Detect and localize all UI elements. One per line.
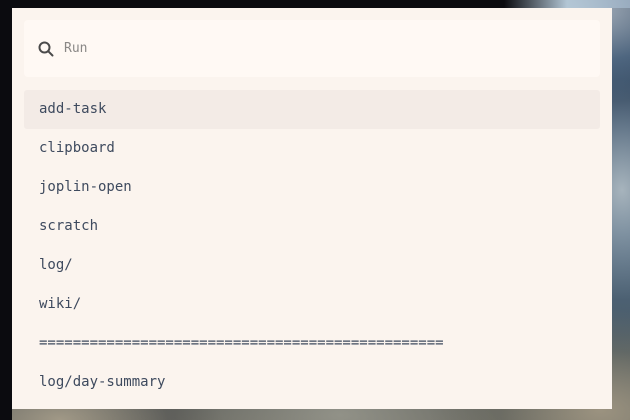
list-item[interactable]: joplin-open [24,168,600,207]
run-launcher: add-task clipboard joplin-open scratch l… [12,8,612,409]
list-item-separator[interactable]: ========================================… [24,324,600,363]
list-item[interactable]: scratch [24,207,600,246]
list-item[interactable]: wiki/ [24,285,600,324]
list-item[interactable]: add-task [24,90,600,129]
list-item[interactable]: log/ [24,246,600,285]
result-list: add-task clipboard joplin-open scratch l… [24,90,600,402]
list-item[interactable]: log/day-summary [24,363,600,402]
search-icon [38,41,54,57]
list-item[interactable]: clipboard [24,129,600,168]
search-input[interactable] [64,41,564,56]
search-bar[interactable] [24,20,600,77]
